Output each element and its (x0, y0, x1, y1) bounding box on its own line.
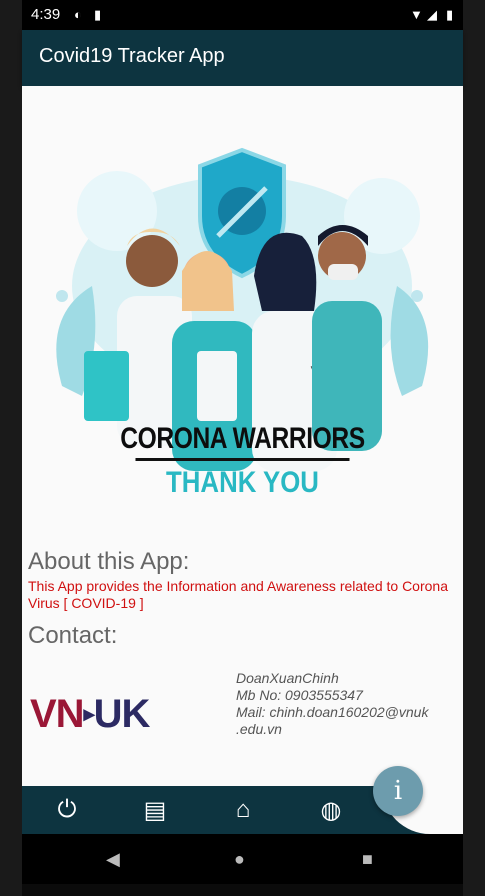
contact-heading: Contact: (28, 622, 118, 649)
wifi-icon: ▼ (410, 7, 423, 22)
signal-icon: ◢ (427, 7, 437, 22)
main-content[interactable]: CORONA WARRIORS THANK YOU About this App… (22, 86, 463, 786)
contact-phone: Mb No: 0903555347 (236, 687, 363, 703)
news-icon[interactable]: ▤ (140, 796, 170, 825)
about-text: This App provides the Information and Aw… (28, 578, 448, 611)
about-heading: About this App: (28, 548, 190, 575)
app-notification-icon: ◐ (74, 7, 82, 22)
status-time: 4:39 (31, 6, 61, 23)
contact-mail-domain: .edu.vn (236, 721, 282, 737)
hero-title: CORONA WARRIORS (62, 422, 424, 461)
home-circle-icon[interactable]: ● (234, 849, 245, 870)
system-navigation-bar: ◀ ● ■ (22, 834, 463, 884)
power-icon[interactable]: ⏻ (52, 796, 82, 824)
recents-icon[interactable]: ■ (362, 849, 373, 870)
sd-card-icon: ▮ (94, 7, 102, 22)
battery-icon: ▮ (446, 7, 454, 22)
back-icon[interactable]: ◀ (106, 849, 120, 870)
info-button[interactable]: i (373, 766, 423, 816)
app-bar: Covid19 Tracker App (22, 30, 463, 86)
contact-info: DoanXuanChinh Mb No: 0903555347 Mail: ch… (236, 670, 458, 738)
info-icon: i (393, 776, 403, 806)
contact-name: DoanXuanChinh (236, 670, 339, 686)
contact-mail: Mail: chinh.doan160202@vnuk (236, 704, 429, 720)
vnuk-logo: VN▸UK (30, 692, 150, 736)
home-icon[interactable]: ⌂ (228, 796, 258, 824)
status-bar: 4:39 ◐ ▮ ▼ ◢ ▮ (22, 0, 463, 30)
app-title: Covid19 Tracker App (39, 45, 225, 67)
globe-icon[interactable]: ◍ (316, 796, 346, 825)
hero-subtitle: THANK YOU (166, 466, 319, 499)
